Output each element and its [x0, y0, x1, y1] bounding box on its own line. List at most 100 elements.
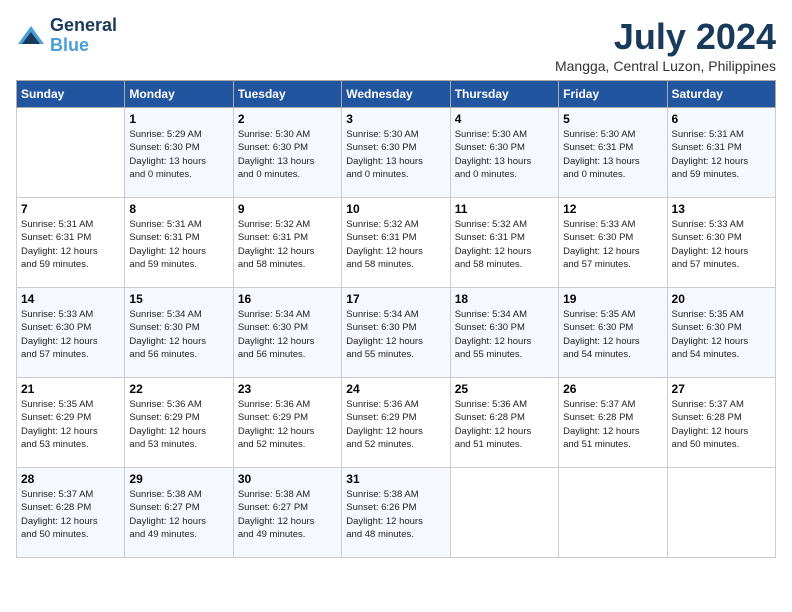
weekday-header-cell: Sunday — [17, 81, 125, 108]
day-info: Sunrise: 5:31 AM Sunset: 6:31 PM Dayligh… — [129, 218, 228, 271]
calendar-cell: 28 Sunrise: 5:37 AM Sunset: 6:28 PM Dayli… — [17, 468, 125, 558]
calendar-cell: 19 Sunrise: 5:35 AM Sunset: 6:30 PM Dayli… — [559, 288, 667, 378]
calendar-cell: 27 Sunrise: 5:37 AM Sunset: 6:28 PM Dayli… — [667, 378, 775, 468]
day-info: Sunrise: 5:36 AM Sunset: 6:29 PM Dayligh… — [346, 398, 445, 451]
calendar-cell: 17 Sunrise: 5:34 AM Sunset: 6:30 PM Dayli… — [342, 288, 450, 378]
calendar-cell: 5Sunrise: 5:30 AM Sunset: 6:31 PM Daylig… — [559, 108, 667, 198]
calendar-cell: 24 Sunrise: 5:36 AM Sunset: 6:29 PM Dayli… — [342, 378, 450, 468]
day-number: 21 — [21, 382, 120, 396]
calendar-cell — [450, 468, 558, 558]
day-number: 20 — [672, 292, 771, 306]
calendar-cell: 26 Sunrise: 5:37 AM Sunset: 6:28 PM Dayli… — [559, 378, 667, 468]
day-info: Sunrise: 5:38 AM Sunset: 6:26 PM Dayligh… — [346, 488, 445, 541]
calendar-cell: 11Sunrise: 5:32 AM Sunset: 6:31 PM Dayli… — [450, 198, 558, 288]
day-info: Sunrise: 5:33 AM Sunset: 6:30 PM Dayligh… — [21, 308, 120, 361]
calendar-cell — [667, 468, 775, 558]
calendar-cell: 8Sunrise: 5:31 AM Sunset: 6:31 PM Daylig… — [125, 198, 233, 288]
day-info: Sunrise: 5:33 AM Sunset: 6:30 PM Dayligh… — [563, 218, 662, 271]
calendar-cell: 4Sunrise: 5:30 AM Sunset: 6:30 PM Daylig… — [450, 108, 558, 198]
weekday-header-cell: Friday — [559, 81, 667, 108]
day-number: 19 — [563, 292, 662, 306]
day-number: 5 — [563, 112, 662, 126]
calendar-cell: 2 Sunrise: 5:30 AM Sunset: 6:30 PM Daylig… — [233, 108, 341, 198]
calendar-cell — [17, 108, 125, 198]
calendar-cell: 22Sunrise: 5:36 AM Sunset: 6:29 PM Dayli… — [125, 378, 233, 468]
day-number: 3 — [346, 112, 445, 126]
day-number: 22 — [129, 382, 228, 396]
day-number: 9 — [238, 202, 337, 216]
calendar-week-row: 14 Sunrise: 5:33 AM Sunset: 6:30 PM Dayli… — [17, 288, 776, 378]
day-number: 16 — [238, 292, 337, 306]
day-info: Sunrise: 5:31 AM Sunset: 6:31 PM Dayligh… — [21, 218, 120, 271]
day-number: 23 — [238, 382, 337, 396]
day-info: Sunrise: 5:36 AM Sunset: 6:28 PM Dayligh… — [455, 398, 554, 451]
day-info: Sunrise: 5:37 AM Sunset: 6:28 PM Dayligh… — [563, 398, 662, 451]
calendar-cell: 21 Sunrise: 5:35 AM Sunset: 6:29 PM Dayli… — [17, 378, 125, 468]
calendar-cell: 1 Sunrise: 5:29 AM Sunset: 6:30 PM Daylig… — [125, 108, 233, 198]
calendar-body: 1 Sunrise: 5:29 AM Sunset: 6:30 PM Daylig… — [17, 108, 776, 558]
day-info: Sunrise: 5:35 AM Sunset: 6:30 PM Dayligh… — [672, 308, 771, 361]
day-number: 10 — [346, 202, 445, 216]
logo: General Blue — [16, 16, 117, 56]
day-number: 24 — [346, 382, 445, 396]
day-info: Sunrise: 5:35 AM Sunset: 6:29 PM Dayligh… — [21, 398, 120, 451]
day-number: 29 — [129, 472, 228, 486]
day-number: 1 — [129, 112, 228, 126]
calendar-cell: 25 Sunrise: 5:36 AM Sunset: 6:28 PM Dayli… — [450, 378, 558, 468]
page-header: General Blue July 2024 Mangga, Central L… — [16, 16, 776, 74]
calendar-week-row: 7 Sunrise: 5:31 AM Sunset: 6:31 PM Daylig… — [17, 198, 776, 288]
day-number: 15 — [129, 292, 228, 306]
day-info: Sunrise: 5:37 AM Sunset: 6:28 PM Dayligh… — [672, 398, 771, 451]
day-number: 27 — [672, 382, 771, 396]
calendar-cell: 6Sunrise: 5:31 AM Sunset: 6:31 PM Daylig… — [667, 108, 775, 198]
day-number: 11 — [455, 202, 554, 216]
day-number: 17 — [346, 292, 445, 306]
day-info: Sunrise: 5:38 AM Sunset: 6:27 PM Dayligh… — [238, 488, 337, 541]
day-number: 26 — [563, 382, 662, 396]
weekday-header-cell: Monday — [125, 81, 233, 108]
day-info: Sunrise: 5:37 AM Sunset: 6:28 PM Dayligh… — [21, 488, 120, 541]
logo-text: General Blue — [50, 16, 117, 56]
calendar-week-row: 21 Sunrise: 5:35 AM Sunset: 6:29 PM Dayli… — [17, 378, 776, 468]
day-number: 31 — [346, 472, 445, 486]
day-number: 25 — [455, 382, 554, 396]
day-number: 28 — [21, 472, 120, 486]
day-info: Sunrise: 5:32 AM Sunset: 6:31 PM Dayligh… — [346, 218, 445, 271]
day-number: 2 — [238, 112, 337, 126]
day-info: Sunrise: 5:38 AM Sunset: 6:27 PM Dayligh… — [129, 488, 228, 541]
day-info: Sunrise: 5:35 AM Sunset: 6:30 PM Dayligh… — [563, 308, 662, 361]
location-title: Mangga, Central Luzon, Philippines — [555, 58, 776, 74]
calendar-cell: 14 Sunrise: 5:33 AM Sunset: 6:30 PM Dayli… — [17, 288, 125, 378]
calendar-cell: 23 Sunrise: 5:36 AM Sunset: 6:29 PM Dayli… — [233, 378, 341, 468]
calendar-cell: 13Sunrise: 5:33 AM Sunset: 6:30 PM Dayli… — [667, 198, 775, 288]
month-title: July 2024 — [555, 16, 776, 58]
calendar-cell: 16Sunrise: 5:34 AM Sunset: 6:30 PM Dayli… — [233, 288, 341, 378]
calendar-cell: 18Sunrise: 5:34 AM Sunset: 6:30 PM Dayli… — [450, 288, 558, 378]
day-number: 13 — [672, 202, 771, 216]
calendar-cell: 30Sunrise: 5:38 AM Sunset: 6:27 PM Dayli… — [233, 468, 341, 558]
calendar-cell: 31 Sunrise: 5:38 AM Sunset: 6:26 PM Dayli… — [342, 468, 450, 558]
day-info: Sunrise: 5:30 AM Sunset: 6:30 PM Dayligh… — [346, 128, 445, 181]
day-number: 18 — [455, 292, 554, 306]
calendar-cell — [559, 468, 667, 558]
day-info: Sunrise: 5:34 AM Sunset: 6:30 PM Dayligh… — [346, 308, 445, 361]
weekday-header-row: SundayMondayTuesdayWednesdayThursdayFrid… — [17, 81, 776, 108]
day-info: Sunrise: 5:29 AM Sunset: 6:30 PM Dayligh… — [129, 128, 228, 181]
calendar-cell: 15 Sunrise: 5:34 AM Sunset: 6:30 PM Dayli… — [125, 288, 233, 378]
calendar-week-row: 28 Sunrise: 5:37 AM Sunset: 6:28 PM Dayli… — [17, 468, 776, 558]
day-number: 7 — [21, 202, 120, 216]
day-info: Sunrise: 5:30 AM Sunset: 6:30 PM Dayligh… — [238, 128, 337, 181]
day-info: Sunrise: 5:36 AM Sunset: 6:29 PM Dayligh… — [238, 398, 337, 451]
calendar-cell: 3 Sunrise: 5:30 AM Sunset: 6:30 PM Daylig… — [342, 108, 450, 198]
calendar-table: SundayMondayTuesdayWednesdayThursdayFrid… — [16, 80, 776, 558]
calendar-cell: 29 Sunrise: 5:38 AM Sunset: 6:27 PM Dayli… — [125, 468, 233, 558]
day-number: 14 — [21, 292, 120, 306]
weekday-header-cell: Tuesday — [233, 81, 341, 108]
weekday-header-cell: Saturday — [667, 81, 775, 108]
calendar-week-row: 1 Sunrise: 5:29 AM Sunset: 6:30 PM Daylig… — [17, 108, 776, 198]
day-info: Sunrise: 5:31 AM Sunset: 6:31 PM Dayligh… — [672, 128, 771, 181]
weekday-header-cell: Thursday — [450, 81, 558, 108]
calendar-cell: 12Sunrise: 5:33 AM Sunset: 6:30 PM Dayli… — [559, 198, 667, 288]
day-info: Sunrise: 5:34 AM Sunset: 6:30 PM Dayligh… — [129, 308, 228, 361]
calendar-cell: 10 Sunrise: 5:32 AM Sunset: 6:31 PM Dayli… — [342, 198, 450, 288]
